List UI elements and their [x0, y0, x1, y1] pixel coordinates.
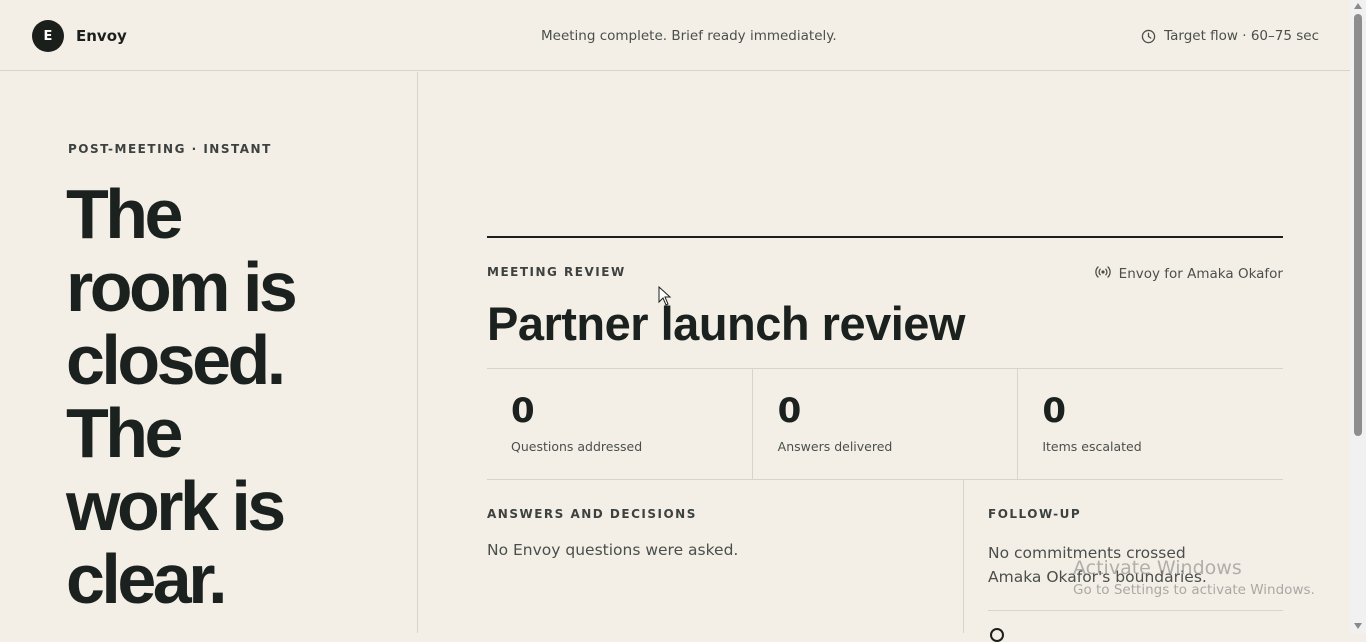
- review-top-rule: [487, 236, 1283, 238]
- stat-answers: 0 Answers delivered: [751, 369, 1018, 479]
- meeting-review-label: MEETING REVIEW: [487, 265, 626, 279]
- answers-label: ANSWERS AND DECISIONS: [487, 507, 697, 521]
- review-title: Partner launch review: [487, 297, 965, 350]
- stat-label: Items escalated: [1042, 439, 1142, 454]
- target-flow-text: Target flow · 60–75 sec: [1164, 28, 1319, 44]
- headline-line: The: [66, 175, 183, 253]
- follow-up-label: FOLLOW-UP: [988, 507, 1082, 521]
- scroll-up-arrow-icon[interactable]: [1354, 3, 1362, 9]
- vertical-scrollbar[interactable]: [1350, 0, 1366, 633]
- headline-line: The: [66, 394, 183, 472]
- target-flow: Target flow · 60–75 sec: [1141, 28, 1319, 44]
- stat-questions: 0 Questions addressed: [487, 369, 752, 479]
- headline-line: clear.: [66, 540, 228, 618]
- stat-value: 0: [777, 391, 802, 431]
- logo-mark[interactable]: E: [32, 20, 64, 52]
- stats-row: 0 Questions addressed 0 Answers delivere…: [487, 368, 1283, 480]
- follow-up-indicator-icon: [990, 628, 1004, 642]
- stat-label: Questions addressed: [511, 439, 643, 454]
- follow-up-rule: [988, 610, 1283, 611]
- envoy-for: Envoy for Amaka Okafor: [1094, 265, 1283, 283]
- stat-value: 0: [1042, 391, 1067, 431]
- hero-headline: The room is closed. The work is clear.: [66, 178, 396, 616]
- headline-line: room is: [66, 248, 298, 326]
- stat-label: Answers delivered: [777, 439, 893, 454]
- stat-escalated: 0 Items escalated: [1017, 369, 1283, 479]
- scroll-thumb[interactable]: [1354, 14, 1362, 436]
- broadcast-icon: [1094, 265, 1111, 283]
- hero-panel: POST-MEETING · INSTANT The room is close…: [0, 72, 418, 633]
- clock-icon: [1141, 29, 1156, 44]
- logo-letter: E: [43, 28, 53, 44]
- hero-eyebrow: POST-MEETING · INSTANT: [68, 142, 272, 156]
- scroll-down-arrow-icon[interactable]: [1354, 623, 1362, 629]
- app-name[interactable]: Envoy: [76, 27, 127, 45]
- status-message: Meeting complete. Brief ready immediatel…: [541, 28, 837, 44]
- envoy-for-text: Envoy for Amaka Okafor: [1118, 266, 1283, 282]
- headline-line: work is: [66, 467, 286, 545]
- headline-line: closed.: [66, 321, 286, 399]
- answers-text: No Envoy questions were asked.: [487, 541, 739, 559]
- stat-value: 0: [511, 391, 535, 431]
- mouse-cursor-icon: [658, 285, 672, 310]
- activation-watermark-subtitle: Go to Settings to activate Windows.: [1073, 582, 1315, 598]
- activation-watermark-title: Activate Windows: [1073, 557, 1242, 579]
- column-divider: [963, 480, 964, 633]
- top-bar: E Envoy Meeting complete. Brief ready im…: [0, 0, 1350, 71]
